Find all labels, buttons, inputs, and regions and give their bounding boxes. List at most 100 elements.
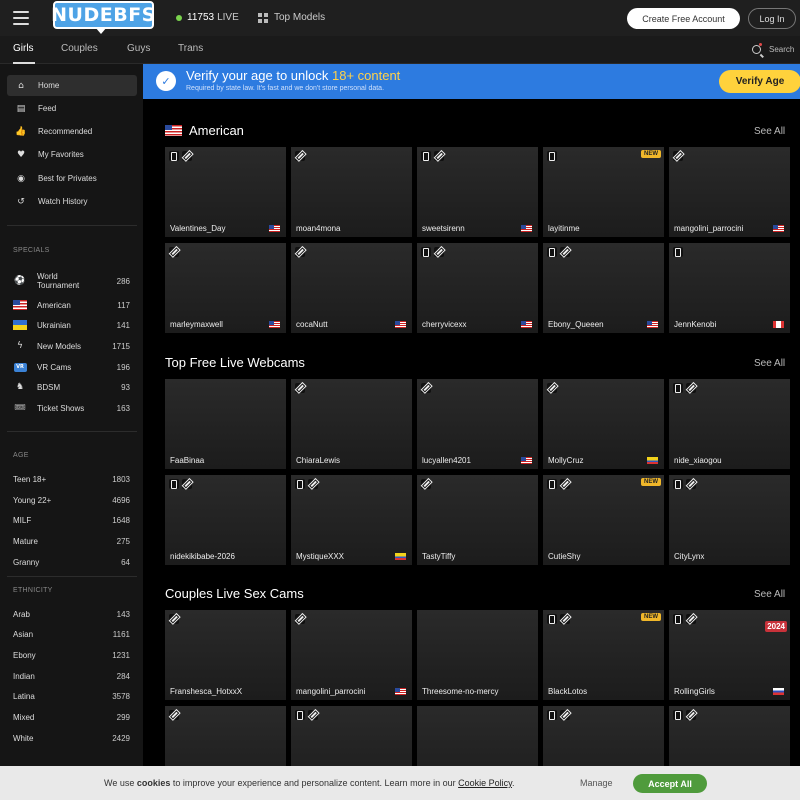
sidebar-item-granny[interactable]: Granny 64 — [13, 553, 130, 571]
sidebar-divider — [7, 576, 137, 577]
model-card[interactable]: NEW CutieShy — [543, 475, 664, 565]
sidebar-item-mixed[interactable]: Mixed 299 — [13, 708, 130, 726]
top-models-link[interactable]: Top Models — [258, 12, 325, 23]
sidebar-item-ebony[interactable]: Ebony 1231 — [13, 646, 130, 664]
model-name: mangolini_parrocini — [674, 224, 744, 233]
verify-age-button[interactable]: Verify Age — [719, 70, 800, 93]
mobile-icon — [421, 247, 431, 257]
sidebar-item-latina[interactable]: Latina 3578 — [13, 687, 130, 705]
model-card[interactable]: MystiqueXXX — [291, 475, 412, 565]
model-card[interactable]: MollyCruz — [543, 379, 664, 469]
sidebar-item-feed[interactable]: ▤ Feed — [7, 98, 137, 119]
hd-icon — [421, 383, 431, 393]
model-name: Ebony_Queeen — [548, 320, 604, 329]
menu-icon[interactable] — [13, 11, 29, 25]
sidebar-item-american[interactable]: American 117 — [7, 296, 137, 314]
model-name: MystiqueXXX — [296, 552, 345, 561]
age-verify-banner: ✓ Verify your age to unlock 18+ content … — [143, 64, 800, 99]
model-name: mangolini_parrocini — [296, 687, 366, 696]
create-account-button[interactable]: Create Free Account — [627, 8, 740, 29]
model-card[interactable]: marleymaxwell — [165, 243, 286, 333]
model-card[interactable]: ChiaraLewis — [291, 379, 412, 469]
model-card[interactable]: Threesome-no-mercy — [417, 610, 538, 700]
sidebar-item-home[interactable]: ⌂ Home — [7, 75, 137, 96]
specials-heading: SPECIALS — [13, 247, 50, 254]
model-card[interactable]: cherryvicexx — [417, 243, 538, 333]
model-name: CityLynx — [674, 552, 705, 561]
sidebar-item-young[interactable]: Young 22+ 4696 — [13, 491, 130, 509]
site-logo[interactable]: NUDEBFS — [51, 1, 155, 34]
sidebar-item-bdsm[interactable]: ♞ BDSM 93 — [7, 378, 137, 396]
sidebar-item-mature[interactable]: Mature 275 — [13, 532, 130, 550]
model-card[interactable]: mangolini_parrocini — [291, 610, 412, 700]
model-card[interactable]: lucyallen4201 — [417, 379, 538, 469]
login-button[interactable]: Log In — [748, 8, 796, 29]
tab-trans[interactable]: Trans — [178, 43, 203, 54]
category-tabs: Girls Couples Guys Trans Search — [0, 36, 800, 64]
hd-icon — [547, 383, 557, 393]
sidebar-item-vr-cams[interactable]: VR VR Cams 196 — [7, 358, 137, 376]
model-name: cherryvicexx — [422, 320, 467, 329]
model-card[interactable]: JennKenobi — [669, 243, 790, 333]
model-card[interactable]: FaaBinaa — [165, 379, 286, 469]
sidebar-item-history[interactable]: ↺ Watch History — [7, 191, 137, 212]
sidebar-item-new-models[interactable]: ϟ New Models 1715 — [7, 337, 137, 355]
sidebar-item-indian[interactable]: Indian 284 — [13, 667, 130, 685]
sidebar-item-recommended[interactable]: 👍 Recommended — [7, 121, 137, 142]
hd-icon — [560, 479, 570, 489]
sidebar-item-label: Best for Privates — [38, 174, 97, 183]
tab-couples[interactable]: Couples — [61, 43, 98, 54]
lightning-icon: ϟ — [17, 341, 23, 351]
us-flag-icon — [165, 125, 182, 136]
sidebar-item-world-tournament[interactable]: ⚽ World Tournament 286 — [7, 269, 137, 293]
model-card[interactable]: nide_xiaogou — [669, 379, 790, 469]
sidebar-item-white[interactable]: White 2429 — [13, 729, 130, 747]
tab-guys[interactable]: Guys — [127, 43, 150, 54]
sidebar-item-milf[interactable]: MILF 1648 — [13, 511, 130, 529]
live-dot-icon — [176, 14, 182, 21]
model-card[interactable]: moan4mona — [291, 147, 412, 237]
model-card[interactable]: 2024 RollingGirls — [669, 610, 790, 700]
year-badge: 2024 — [765, 621, 787, 632]
model-card[interactable]: Ebony_Queeen — [543, 243, 664, 333]
model-card[interactable]: TastyTiffy — [417, 475, 538, 565]
sidebar-item-arab[interactable]: Arab 143 — [13, 605, 130, 623]
model-name: nidekikibabe-2026 — [170, 552, 235, 561]
model-card[interactable]: NEW BlackLotos — [543, 610, 664, 700]
model-card[interactable]: cocaNutt — [291, 243, 412, 333]
model-card[interactable]: NEW layitinme — [543, 147, 664, 237]
sidebar-item-asian[interactable]: Asian 1161 — [13, 625, 130, 643]
model-card[interactable]: nidekikibabe-2026 — [165, 475, 286, 565]
us-flag-icon — [269, 321, 280, 328]
soccer-ball-icon: ⚽ — [14, 276, 26, 286]
model-name: layitinme — [548, 224, 580, 233]
us-flag-icon — [269, 225, 280, 232]
manage-cookies-button[interactable]: Manage — [580, 778, 613, 788]
mobile-icon — [547, 710, 557, 720]
mobile-icon — [673, 614, 683, 624]
search-button[interactable]: Search — [752, 43, 794, 54]
model-card[interactable]: mangolini_parrocini — [669, 147, 790, 237]
see-all-link[interactable]: See All — [754, 126, 785, 137]
us-flag-icon — [647, 321, 658, 328]
model-card[interactable]: CityLynx — [669, 475, 790, 565]
hd-icon — [686, 710, 696, 720]
model-name: TastyTiffy — [422, 552, 456, 561]
model-card[interactable]: Valentines_Day — [165, 147, 286, 237]
sidebar-item-ticket-shows[interactable]: 🎟 Ticket Shows 163 — [7, 399, 137, 417]
model-card[interactable]: sweetsirenn — [417, 147, 538, 237]
see-all-link[interactable]: See All — [754, 589, 785, 600]
cookie-policy-link[interactable]: Cookie Policy — [458, 778, 512, 788]
accept-all-button[interactable]: Accept All — [633, 774, 707, 793]
see-all-link[interactable]: See All — [754, 358, 785, 369]
sidebar-item-privates[interactable]: ◉ Best for Privates — [7, 168, 137, 189]
sidebar-item-favorites[interactable]: ♥ My Favorites — [7, 144, 137, 165]
model-name: MollyCruz — [548, 456, 584, 465]
model-card[interactable]: Franshesca_HotxxX — [165, 610, 286, 700]
new-badge: NEW — [641, 150, 661, 158]
bunny-mask-icon: ♞ — [15, 382, 25, 392]
sidebar-item-ukrainian[interactable]: Ukrainian 141 — [7, 316, 137, 334]
new-badge: NEW — [641, 478, 661, 486]
sidebar-item-teen[interactable]: Teen 18+ 1803 — [13, 470, 130, 488]
tab-girls[interactable]: Girls — [13, 43, 34, 54]
